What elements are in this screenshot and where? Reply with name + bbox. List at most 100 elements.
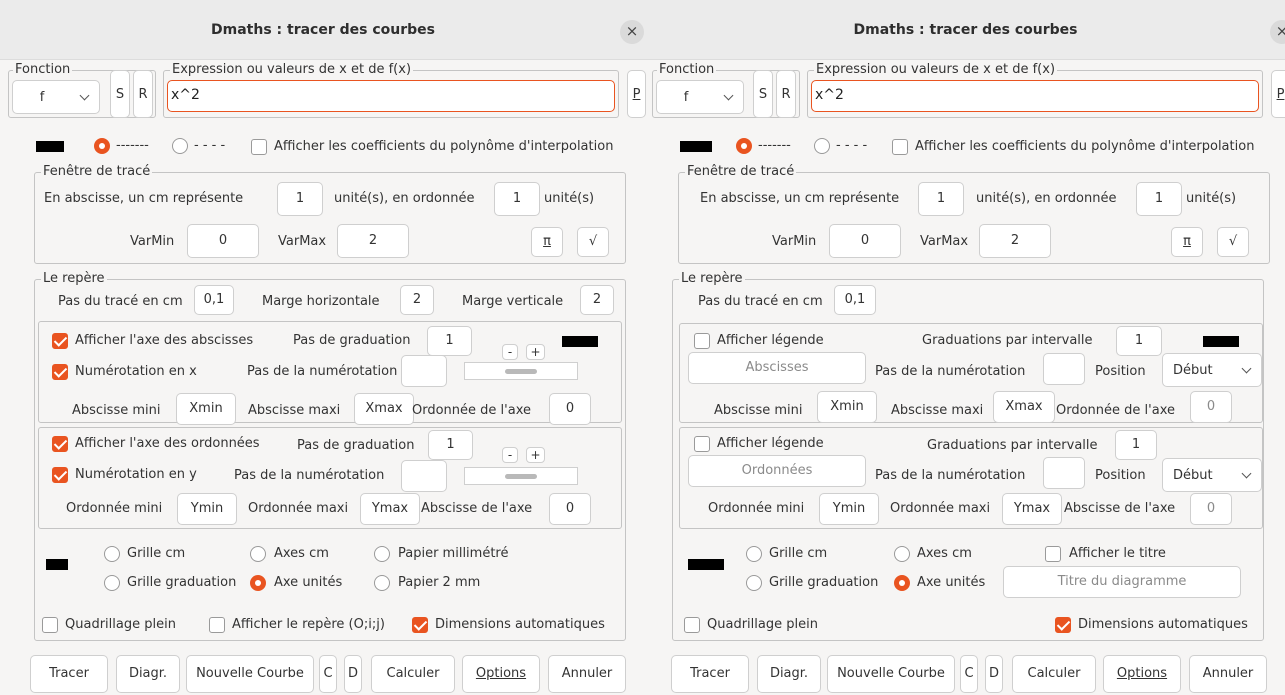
grid-color-swatch[interactable] <box>688 559 724 570</box>
r-button[interactable]: R <box>776 70 796 118</box>
d-button[interactable]: D <box>344 655 362 693</box>
x-num-step-input[interactable] <box>401 355 447 387</box>
y-num-step-input[interactable] <box>1043 457 1085 489</box>
color-swatch[interactable] <box>36 141 64 152</box>
y-num-step-input[interactable] <box>401 460 447 492</box>
x-grad-input[interactable]: 1 <box>1116 326 1162 356</box>
grid-color-swatch[interactable] <box>46 559 68 570</box>
step-input[interactable]: 0,1 <box>194 285 234 315</box>
show-x-axis-checkbox[interactable] <box>52 333 68 349</box>
nouvelle-courbe-button[interactable]: Nouvelle Courbe <box>827 655 955 693</box>
abscissa-unit-input[interactable]: 1 <box>918 182 964 216</box>
x-numbering-checkbox[interactable] <box>52 364 68 380</box>
x-min-input[interactable]: Xmin <box>817 391 877 423</box>
dashed-line-radio[interactable] <box>172 138 188 154</box>
diagram-title-input[interactable]: Titre du diagramme <box>1003 566 1241 598</box>
annuler-button[interactable]: Annuler <box>548 655 626 693</box>
y-min-input[interactable]: Ymin <box>819 493 879 525</box>
sqrt-button[interactable]: √ <box>577 227 609 257</box>
y-legend-checkbox[interactable] <box>694 436 710 452</box>
x-min-input[interactable]: Xmin <box>176 393 236 425</box>
show-coeffs-checkbox[interactable] <box>251 139 267 155</box>
y-max-input[interactable]: Ymax <box>360 493 420 525</box>
r-button[interactable]: R <box>133 70 153 118</box>
x-axis-pos-input[interactable]: 0 <box>549 393 591 425</box>
dims-auto-checkbox[interactable] <box>412 617 428 633</box>
axe-unites-radio[interactable] <box>250 575 266 591</box>
x-position-select[interactable]: Début <box>1162 353 1262 387</box>
abscissa-unit-input[interactable]: 1 <box>277 182 323 216</box>
margin-v-input[interactable]: 2 <box>580 285 614 315</box>
close-icon[interactable]: × <box>620 20 644 44</box>
show-repere-checkbox[interactable] <box>209 617 225 633</box>
varmin-input[interactable]: 0 <box>187 224 259 258</box>
close-icon[interactable]: × <box>1270 20 1285 44</box>
x-minus-button[interactable]: - <box>502 344 518 360</box>
expression-input[interactable]: x^2 <box>811 80 1259 112</box>
varmax-input[interactable]: 2 <box>979 224 1051 258</box>
axes-cm-radio[interactable] <box>250 546 266 562</box>
y-plus-button[interactable]: + <box>526 447 545 463</box>
grid-cm-radio[interactable] <box>746 546 762 562</box>
show-title-checkbox[interactable] <box>1045 546 1061 562</box>
y-min-input[interactable]: Ymin <box>177 493 237 525</box>
d-button[interactable]: D <box>985 655 1003 693</box>
show-y-axis-checkbox[interactable] <box>52 436 68 452</box>
color-swatch[interactable] <box>680 141 712 152</box>
x-grad-input[interactable]: 1 <box>427 326 472 356</box>
varmax-input[interactable]: 2 <box>337 224 409 258</box>
x-legend-input[interactable]: Abscisses <box>688 352 866 384</box>
y-minus-button[interactable]: - <box>502 447 518 463</box>
c-button[interactable]: C <box>960 655 978 693</box>
y-axis-pos-input[interactable]: 0 <box>1190 493 1232 525</box>
x-axis-color-swatch[interactable] <box>1203 336 1239 347</box>
y-legend-input[interactable]: Ordonnées <box>688 455 866 487</box>
nouvelle-courbe-button[interactable]: Nouvelle Courbe <box>186 655 314 693</box>
grid-grad-radio[interactable] <box>104 575 120 591</box>
fonction-select[interactable]: f <box>12 80 100 114</box>
diagr-button[interactable]: Diagr. <box>757 655 821 693</box>
x-slider[interactable] <box>464 362 578 380</box>
dashed-line-radio[interactable] <box>814 138 830 154</box>
tracer-button[interactable]: Tracer <box>30 655 108 693</box>
pi-button[interactable]: π <box>1171 227 1203 257</box>
calculer-button[interactable]: Calculer <box>371 655 455 693</box>
y-position-select[interactable]: Début <box>1162 458 1262 492</box>
solid-line-radio[interactable] <box>736 138 752 154</box>
x-max-input[interactable]: Xmax <box>993 391 1055 423</box>
step-input[interactable]: 0,1 <box>834 285 876 315</box>
ordinate-unit-input[interactable]: 1 <box>494 182 540 216</box>
ordinate-unit-input[interactable]: 1 <box>1136 182 1182 216</box>
annuler-button[interactable]: Annuler <box>1189 655 1267 693</box>
x-axis-color-swatch[interactable] <box>562 336 598 347</box>
show-coeffs-checkbox[interactable] <box>892 139 908 155</box>
varmin-input[interactable]: 0 <box>829 224 901 258</box>
s-button[interactable]: S <box>753 70 773 118</box>
axes-cm-radio[interactable] <box>894 546 910 562</box>
y-grad-input[interactable]: 1 <box>1115 430 1157 460</box>
quadrillage-checkbox[interactable] <box>42 617 58 633</box>
tracer-button[interactable]: Tracer <box>671 655 749 693</box>
x-legend-checkbox[interactable] <box>694 333 710 349</box>
y-numbering-checkbox[interactable] <box>52 467 68 483</box>
papier-mm-radio[interactable] <box>374 546 390 562</box>
dims-auto-checkbox[interactable] <box>1055 617 1071 633</box>
y-max-input[interactable]: Ymax <box>1002 493 1062 525</box>
y-axis-pos-input[interactable]: 0 <box>549 493 591 525</box>
expression-input[interactable]: x^2 <box>167 80 615 112</box>
margin-h-input[interactable]: 2 <box>400 285 434 315</box>
x-num-step-input[interactable] <box>1043 353 1085 385</box>
slider-knob[interactable] <box>505 474 537 479</box>
fonction-select[interactable]: f <box>656 80 744 114</box>
x-plus-button[interactable]: + <box>526 344 545 360</box>
diagr-button[interactable]: Diagr. <box>116 655 180 693</box>
options-button[interactable]: Options <box>462 655 540 693</box>
x-max-input[interactable]: Xmax <box>354 393 414 425</box>
options-button[interactable]: Options <box>1103 655 1181 693</box>
grid-cm-radio[interactable] <box>104 546 120 562</box>
x-axis-pos-input[interactable]: 0 <box>1190 391 1232 423</box>
grid-grad-radio[interactable] <box>746 575 762 591</box>
calculer-button[interactable]: Calculer <box>1012 655 1096 693</box>
sqrt-button[interactable]: √ <box>1217 227 1249 257</box>
p-button[interactable]: P <box>1271 70 1285 118</box>
